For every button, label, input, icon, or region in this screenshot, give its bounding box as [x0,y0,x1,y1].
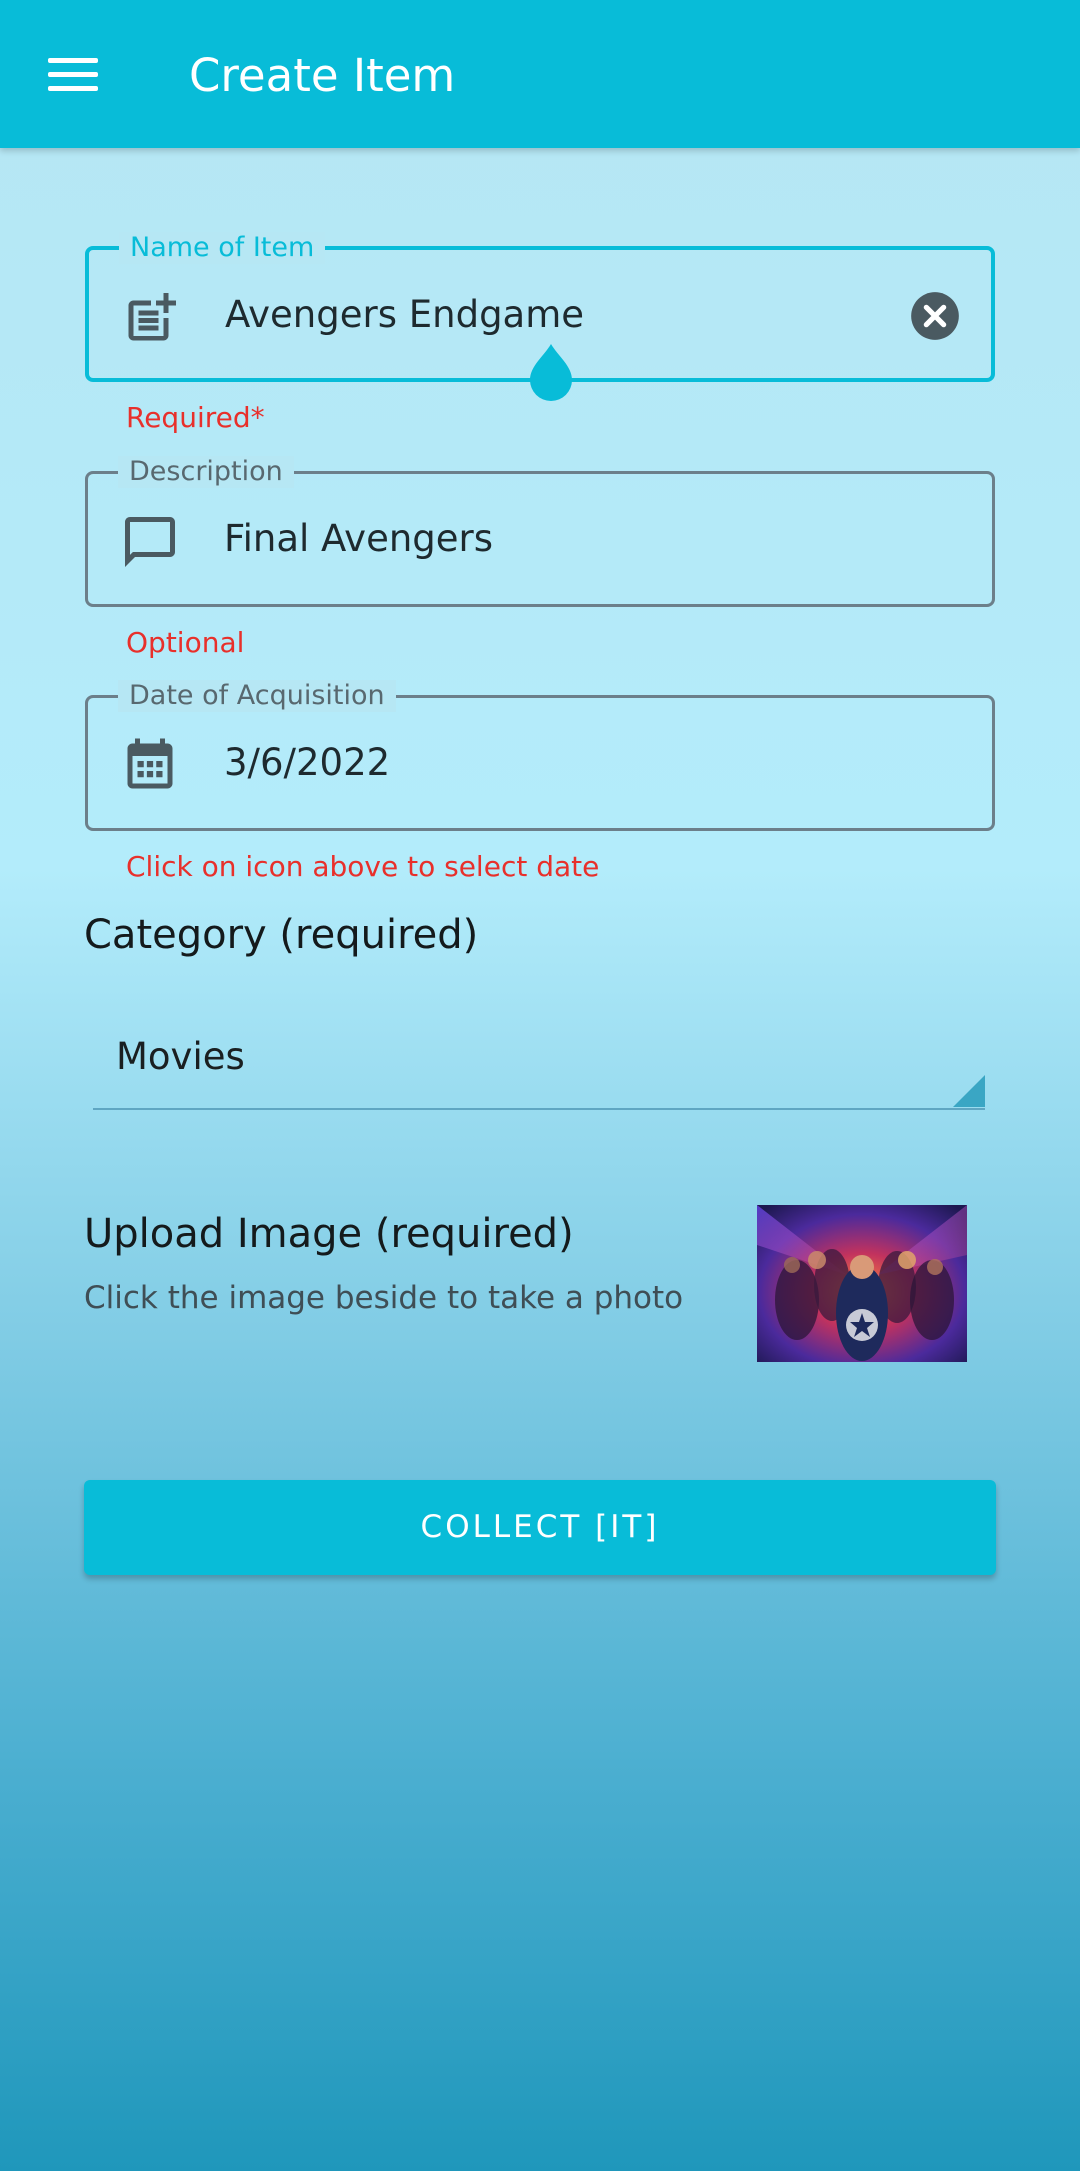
clear-circle-icon[interactable] [909,290,961,342]
date-of-acquisition-field[interactable]: Date of Acquisition 3/6/2022 [85,680,995,831]
menu-line [48,86,98,91]
page-title: Create Item [189,49,456,102]
dropdown-underline [93,1108,985,1110]
text-cursor-handle[interactable] [524,342,578,406]
app-bar: Create Item [0,0,1080,148]
description-label: Description [118,456,294,488]
menu-line [48,58,98,63]
upload-image-heading: Upload Image (required) [84,1211,574,1257]
description-helper: Optional [126,626,245,659]
upload-image-subtitle: Click the image beside to take a photo [84,1280,684,1316]
category-heading: Category (required) [84,912,479,958]
date-of-acquisition-label: Date of Acquisition [118,680,396,712]
dropdown-arrow-icon [953,1075,985,1107]
chat-bubble-icon [125,517,175,567]
post-add-icon [128,293,176,341]
description-field[interactable]: Description Final Avengers [85,456,995,607]
name-of-item-label: Name of Item [119,232,326,264]
calendar-icon[interactable] [120,736,180,796]
date-of-acquisition-input[interactable]: 3/6/2022 [224,738,390,788]
movie-poster-image [757,1205,967,1362]
name-of-item-input[interactable]: Avengers Endgame [225,290,584,340]
category-selected-value: Movies [116,1035,245,1078]
category-dropdown[interactable]: Movies [93,1020,985,1110]
collect-it-button[interactable]: COLLECT [IT] [84,1480,996,1575]
hamburger-menu-icon[interactable] [40,50,106,100]
description-input[interactable]: Final Avengers [224,514,493,564]
upload-image-thumbnail[interactable] [757,1205,967,1362]
date-of-acquisition-helper: Click on icon above to select date [126,850,600,883]
name-of-item-helper: Required* [126,401,265,434]
menu-line [48,72,98,77]
